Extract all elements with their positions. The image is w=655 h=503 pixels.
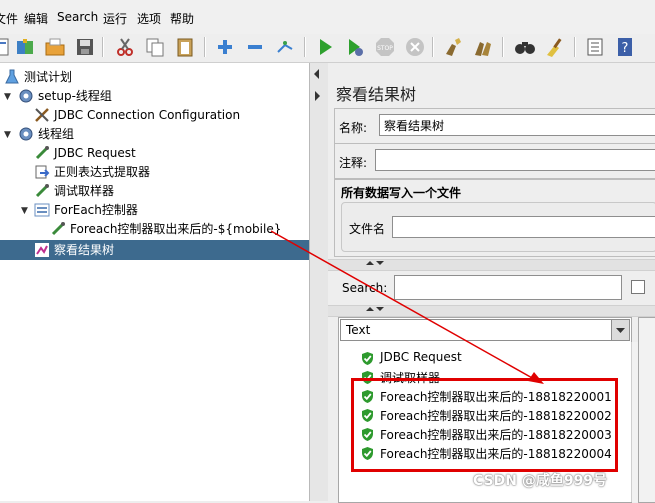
response-pane[interactable] xyxy=(638,317,655,503)
pipette-icon xyxy=(34,183,50,199)
renderer-select[interactable]: Text xyxy=(340,319,630,341)
pipette-icon xyxy=(50,221,66,237)
menu-run[interactable]: 运行 xyxy=(103,10,127,27)
controller-icon xyxy=(34,202,50,218)
menu-bar: 文件 编辑 Search 运行 选项 帮助 xyxy=(0,0,655,34)
name-label: 名称: xyxy=(339,121,368,135)
success-shield-icon xyxy=(360,351,375,366)
stop-icon[interactable]: STOP xyxy=(374,36,396,58)
collapse-toggle[interactable]: ▼ xyxy=(21,206,28,216)
watermark: CSDN @咸鱼999号 xyxy=(473,473,608,489)
extractor-icon xyxy=(34,164,50,180)
menu-file[interactable]: 文件 xyxy=(0,10,18,27)
comment-row: 注释: xyxy=(334,143,655,179)
panel-title: 察看结果树 xyxy=(336,85,417,104)
splitter-right-arrow[interactable] xyxy=(315,91,320,101)
clear-icon[interactable] xyxy=(442,36,464,58)
clear-all-icon[interactable] xyxy=(472,36,494,58)
toolbar: STOP ? xyxy=(0,34,655,63)
annotation-box xyxy=(351,378,618,472)
name-field[interactable]: 察看结果树 xyxy=(379,114,655,136)
svg-text:STOP: STOP xyxy=(377,45,393,52)
file-box: 文件名 xyxy=(341,202,655,252)
comment-label: 注释: xyxy=(339,156,368,170)
case-sensitive-checkbox[interactable] xyxy=(631,280,645,294)
menu-options[interactable]: 选项 xyxy=(137,10,161,27)
write-to-file-title: 所有数据写入一个文件 xyxy=(341,186,462,200)
search-input[interactable] xyxy=(394,275,622,300)
template-icon[interactable] xyxy=(0,36,12,58)
search-icon[interactable] xyxy=(514,36,536,58)
svg-text:?: ? xyxy=(622,41,629,56)
splitter-left-arrow[interactable] xyxy=(314,69,319,79)
test-plan-tree[interactable]: 测试计划 ▼ setup-线程组 JDBC Connection Configu… xyxy=(0,63,310,501)
menu-search[interactable]: Search xyxy=(57,10,98,24)
open-folder-icon[interactable] xyxy=(44,36,66,58)
copy-icon[interactable] xyxy=(144,36,166,58)
filename-label: 文件名 xyxy=(349,222,386,236)
toggle-icon[interactable] xyxy=(274,36,296,58)
wrench-icon xyxy=(34,107,50,123)
collapse-toggle[interactable]: ▼ xyxy=(4,130,11,140)
write-to-file-group: 所有数据写入一个文件 文件名 xyxy=(334,179,655,257)
collapse-toggle[interactable]: ▼ xyxy=(4,92,11,102)
save-icon[interactable] xyxy=(74,36,96,58)
horizontal-splitter[interactable] xyxy=(328,259,655,271)
vertical-splitter[interactable] xyxy=(310,63,328,501)
flask-icon xyxy=(4,69,20,85)
function-helper-icon[interactable] xyxy=(584,36,606,58)
gear-icon xyxy=(18,126,34,142)
menu-help[interactable]: 帮助 xyxy=(170,10,194,27)
start-no-timers-icon[interactable] xyxy=(344,36,366,58)
expand-icon[interactable] xyxy=(214,36,236,58)
name-row: 名称: 察看结果树 xyxy=(334,108,655,144)
comment-field[interactable] xyxy=(375,149,655,171)
collapse-icon[interactable] xyxy=(244,36,266,58)
gear-icon xyxy=(18,88,34,104)
chevron-down-icon[interactable] xyxy=(611,320,629,340)
search-label: Search: xyxy=(342,281,388,295)
open-icon[interactable] xyxy=(14,36,36,58)
renderer-value: Text xyxy=(346,323,371,337)
listener-icon xyxy=(34,242,50,258)
start-icon[interactable] xyxy=(314,36,336,58)
menu-edit[interactable]: 编辑 xyxy=(24,10,48,27)
horizontal-splitter-2[interactable] xyxy=(328,305,655,317)
reset-search-icon[interactable] xyxy=(544,36,566,58)
pipette-icon xyxy=(34,145,50,161)
cut-icon[interactable] xyxy=(114,36,136,58)
help-icon[interactable]: ? xyxy=(614,36,636,58)
paste-icon[interactable] xyxy=(174,36,196,58)
filename-field[interactable] xyxy=(392,216,655,238)
shutdown-icon[interactable] xyxy=(404,36,426,58)
